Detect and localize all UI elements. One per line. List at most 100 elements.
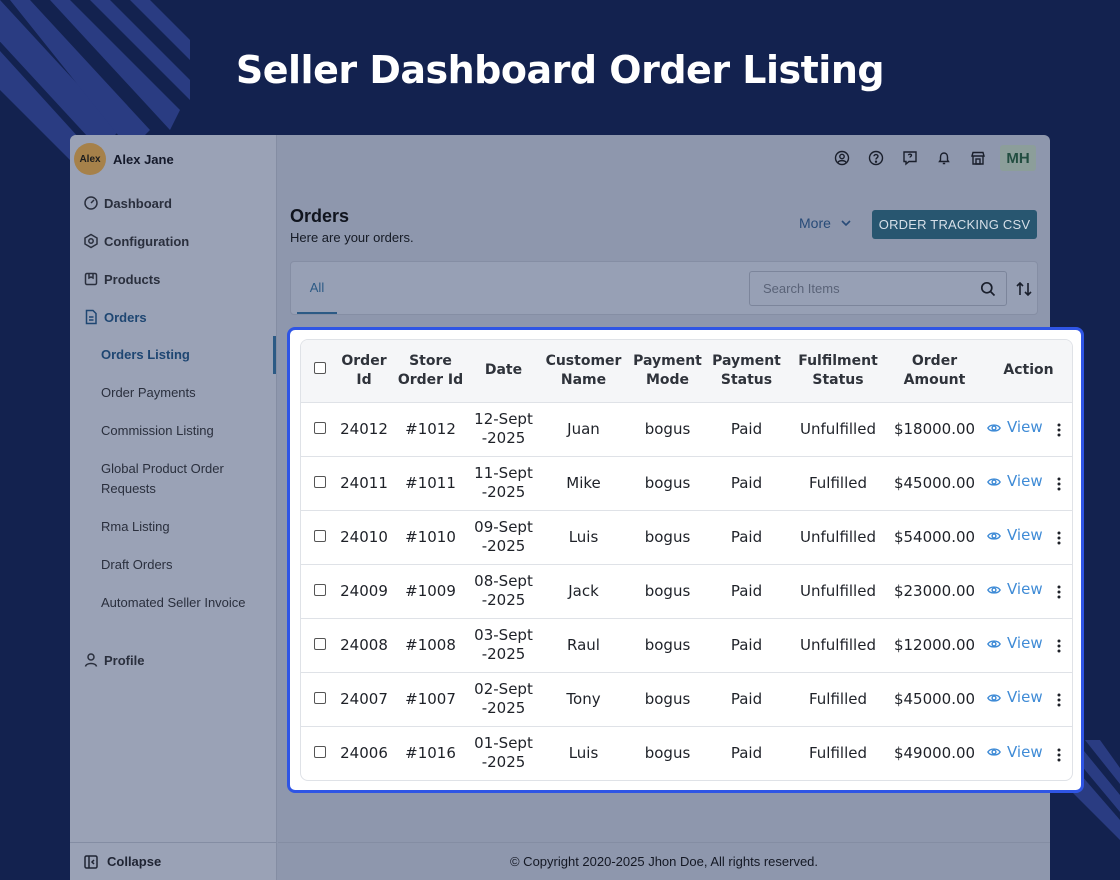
header-store-order-id[interactable]: Store Order Id <box>389 340 472 403</box>
cell-action: View <box>983 672 1072 727</box>
collapse-label: Collapse <box>107 854 162 869</box>
footer: © Copyright 2020-2025 Jhon Doe, All righ… <box>278 842 1050 880</box>
cell-payment-mode: bogus <box>632 564 703 619</box>
collapse-icon <box>84 854 98 869</box>
more-vertical-icon[interactable] <box>1057 639 1061 653</box>
table-row[interactable]: 24008 #1008 03-Sept -2025 Raul bogus Pai… <box>301 618 1072 673</box>
orders-title: Orders <box>290 206 350 226</box>
cell-store-order-id: #1008 <box>389 618 472 673</box>
cell-fulfilment-status: Fulfilled <box>790 456 886 511</box>
cell-payment-mode: bogus <box>632 402 703 457</box>
view-order-link[interactable]: View <box>987 526 1043 545</box>
more-vertical-icon[interactable] <box>1057 423 1061 437</box>
sidebar-subitem-draft-orders[interactable]: Draft Orders <box>101 555 261 575</box>
header-payment-mode[interactable]: Payment Mode <box>632 340 703 403</box>
sidebar-item-label: Configuration <box>104 233 190 249</box>
view-order-link[interactable]: View <box>987 418 1043 437</box>
row-checkbox[interactable] <box>314 637 326 650</box>
cell-date: 09-Sept -2025 <box>472 510 535 565</box>
row-checkbox[interactable] <box>314 691 326 704</box>
cell-order-id: 24008 <box>339 618 389 673</box>
help-icon[interactable] <box>868 150 884 166</box>
more-button[interactable]: More <box>799 215 852 231</box>
table-row[interactable]: 24006 #1016 01-Sept -2025 Luis bogus Pai… <box>301 726 1072 780</box>
select-all-checkbox[interactable] <box>314 362 326 375</box>
sidebar-item-profile[interactable]: Profile <box>83 652 144 668</box>
view-order-link[interactable]: View <box>987 688 1043 707</box>
more-vertical-icon[interactable] <box>1057 477 1061 491</box>
sidebar-item-configuration[interactable]: Configuration <box>83 233 189 249</box>
cell-action: View <box>983 402 1072 457</box>
row-checkbox-cell <box>301 726 339 780</box>
person-icon <box>84 653 98 667</box>
sidebar-subitem-order-payments[interactable]: Order Payments <box>101 383 261 403</box>
view-order-link[interactable]: View <box>987 743 1043 762</box>
view-order-link[interactable]: View <box>987 472 1043 491</box>
sidebar-subitem-global-product-order-requests[interactable]: Global Product Order Requests <box>101 459 261 499</box>
cell-customer-name: Luis <box>568 743 599 762</box>
cell-order-amount: $12000.00 <box>886 618 983 673</box>
header-customer-name[interactable]: Customer Name <box>535 340 632 403</box>
eye-icon <box>987 586 1001 594</box>
view-order-link[interactable]: View <box>987 580 1043 599</box>
table-row[interactable]: 24012 #1012 12-Sept -2025 Juan bogus Pai… <box>301 402 1072 457</box>
cell-store-order-id: #1007 <box>389 672 472 727</box>
sidebar-item-products[interactable]: Products <box>83 271 160 287</box>
sidebar-subitem-automated-seller-invoice[interactable]: Automated Seller Invoice <box>101 593 261 613</box>
more-vertical-icon[interactable] <box>1057 748 1061 762</box>
more-vertical-icon[interactable] <box>1057 693 1061 707</box>
table-row[interactable]: 24010 #1010 09-Sept -2025 Luis bogus Pai… <box>301 510 1072 565</box>
user-initials-avatar[interactable]: MH <box>1000 145 1036 171</box>
row-checkbox[interactable] <box>314 529 326 542</box>
header-fulfilment-status[interactable]: Fulfilment Status <box>790 340 886 403</box>
table-row[interactable]: 24009 #1009 08-Sept -2025 Jack bogus Pai… <box>301 564 1072 619</box>
row-checkbox[interactable] <box>314 421 326 434</box>
gear-icon <box>84 233 98 249</box>
table-row[interactable]: 24007 #1007 02-Sept -2025 Tony bogus Pai… <box>301 672 1072 727</box>
cell-payment-status: Paid <box>703 564 790 619</box>
topbar-icons: MH <box>816 145 1036 171</box>
cell-order-id: 24007 <box>339 672 389 727</box>
feedback-icon[interactable] <box>902 150 918 166</box>
order-tracking-csv-button[interactable]: ORDER TRACKING CSV <box>872 210 1037 239</box>
header-order-id[interactable]: Order Id <box>339 340 389 403</box>
header-order-amount[interactable]: Order Amount <box>886 340 983 403</box>
cell-fulfilment-status: Fulfilled <box>808 743 867 762</box>
row-checkbox[interactable] <box>314 745 326 758</box>
sidebar-item-dashboard[interactable]: Dashboard <box>83 195 172 211</box>
cell-action: View <box>983 564 1072 619</box>
search-icon[interactable] <box>980 281 996 297</box>
user-profile[interactable]: Alex Alex Jane <box>74 143 174 175</box>
cell-date: 12-Sept -2025 <box>472 402 535 457</box>
tab-all[interactable]: All <box>297 262 337 314</box>
view-order-link[interactable]: View <box>987 634 1043 653</box>
sidebar-item-orders[interactable]: Orders <box>83 309 147 325</box>
collapse-button[interactable]: Collapse <box>70 842 277 880</box>
cell-order-amount: $23000.00 <box>886 564 983 619</box>
sort-icon[interactable] <box>1015 280 1033 298</box>
cell-payment-status: Paid <box>703 456 790 511</box>
more-vertical-icon[interactable] <box>1057 531 1061 545</box>
cell-date: 03-Sept -2025 <box>472 618 535 673</box>
user-circle-icon[interactable] <box>834 150 850 166</box>
select-all-cell <box>301 340 339 403</box>
table-row[interactable]: 24011 #1011 11-Sept -2025 Mike bogus Pai… <box>301 456 1072 511</box>
more-vertical-icon[interactable] <box>1057 585 1061 599</box>
store-icon[interactable] <box>970 150 986 166</box>
view-label: View <box>1007 688 1043 707</box>
bell-icon[interactable] <box>936 150 952 166</box>
search-input[interactable] <box>751 273 966 304</box>
header-date[interactable]: Date <box>472 340 535 403</box>
cell-action: View <box>983 510 1072 565</box>
header-payment-status[interactable]: Payment Status <box>703 340 790 403</box>
sidebar-item-label: Profile <box>104 652 145 668</box>
row-checkbox[interactable] <box>314 583 326 596</box>
sidebar-subitem-rma-listing[interactable]: Rma Listing <box>101 517 261 537</box>
cell-date: 02-Sept -2025 <box>472 672 535 727</box>
cell-store-order-id: #1012 <box>389 402 472 457</box>
sidebar-subitem-orders-listing[interactable]: Orders Listing <box>101 345 261 365</box>
row-checkbox[interactable] <box>314 475 326 488</box>
sidebar-subitem-commission-listing[interactable]: Commission Listing <box>101 421 261 441</box>
cell-order-amount: $45000.00 <box>886 672 983 727</box>
orders-table-highlight: Order Id Store Order Id Date Customer Na… <box>287 327 1084 793</box>
